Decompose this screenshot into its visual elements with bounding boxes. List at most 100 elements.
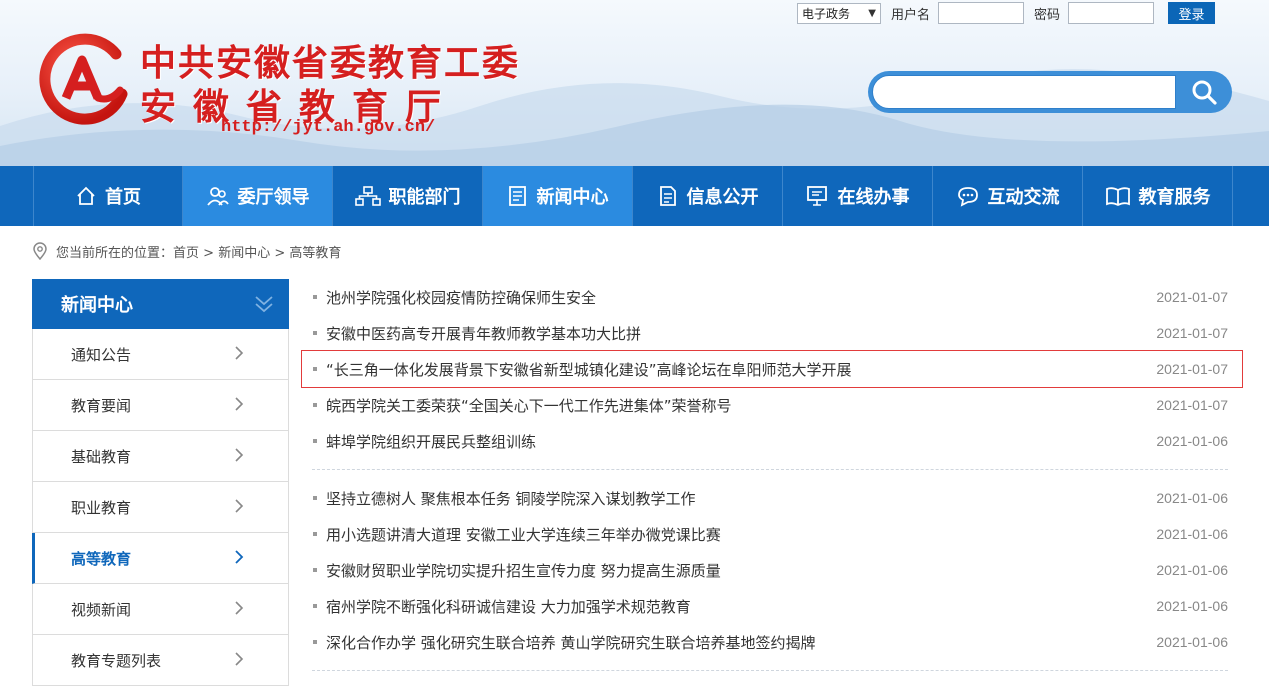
news-item[interactable]: 皖西学院关工委荣获“全国关心下一代工作先进集体”荣誉称号 2021-01-07	[312, 387, 1228, 423]
news-item-highlighted[interactable]: “长三角一体化发展背景下安徽省新型城镇化建设”高峰论坛在阜阳师范大学开展 2021…	[301, 350, 1243, 388]
username-label: 用户名	[891, 7, 931, 23]
sidebar-title: 新闻中心	[32, 279, 289, 329]
chat-icon	[957, 187, 978, 207]
news-item[interactable]: 宿州学院不断强化科研诚信建设 大力加强学术规范教育 2021-01-06	[312, 588, 1228, 624]
chevron-right-icon	[235, 448, 244, 462]
news-title[interactable]: 安徽财贸职业学院切实提升招生宣传力度 努力提高生源质量	[326, 560, 721, 581]
nav-label: 信息公开	[686, 187, 759, 208]
news-title[interactable]: 深化合作办学 强化研究生联合培养 黄山学院研究生联合培养基地签约揭牌	[326, 632, 816, 653]
nav-item-news[interactable]: 新闻中心	[483, 166, 633, 226]
news-title[interactable]: 池州学院强化校园疫情防控确保师生安全	[326, 287, 596, 308]
login-button[interactable]: 登录	[1168, 2, 1216, 24]
bullet	[313, 640, 317, 644]
breadcrumb-prefix: 您当前所在的位置：	[56, 245, 174, 261]
nav-item-interaction[interactable]: 互动交流	[933, 166, 1083, 226]
computer-icon	[806, 186, 827, 206]
sidebar-item-label: 高等教育	[71, 549, 132, 568]
search-icon	[1192, 80, 1217, 105]
sidebar-item-basic-education[interactable]: 基础教育	[32, 431, 289, 482]
news-item[interactable]: 坚持立德树人 聚焦根本任务 铜陵学院深入谋划教学工作 2021-01-06	[312, 480, 1228, 516]
sidebar-item-label: 教育专题列表	[71, 651, 162, 670]
sidebar-item-label: 通知公告	[71, 345, 132, 364]
sidebar-item-label: 教育要闻	[71, 396, 132, 415]
system-select-value: 电子政务	[802, 6, 851, 21]
news-date: 2021-01-07	[1156, 289, 1228, 305]
sidebar-item-topics[interactable]: 教育专题列表	[32, 635, 289, 686]
search-button[interactable]	[1176, 71, 1232, 113]
news-item[interactable]: 安徽财贸职业学院切实提升招生宣传力度 努力提高生源质量 2021-01-06	[312, 552, 1228, 588]
sidebar-item-education-news[interactable]: 教育要闻	[32, 380, 289, 431]
sidebar-item-higher-education[interactable]: 高等教育	[32, 533, 289, 584]
home-icon	[77, 186, 95, 205]
nav-label: 委厅领导	[237, 187, 310, 208]
sidebar-item-vocational-education[interactable]: 职业教育	[32, 482, 289, 533]
news-date: 2021-01-06	[1156, 526, 1228, 542]
sidebar-item-notices[interactable]: 通知公告	[32, 329, 289, 380]
password-label: 密码	[1034, 7, 1061, 23]
news-title[interactable]: “长三角一体化发展背景下安徽省新型城镇化建设”高峰论坛在阜阳师范大学开展	[326, 359, 852, 380]
nav-item-departments[interactable]: 职能部门	[333, 166, 483, 226]
news-date: 2021-01-07	[1156, 361, 1228, 377]
chevron-right-icon	[235, 397, 244, 411]
chevron-right-icon	[235, 652, 244, 666]
bullet	[313, 568, 317, 572]
nav-label: 首页	[105, 187, 141, 208]
sidebar-item-label: 基础教育	[71, 447, 132, 466]
news-item[interactable]: 池州学院强化校园疫情防控确保师生安全 2021-01-07	[312, 279, 1228, 315]
bullet	[313, 331, 317, 335]
double-chevron-down-icon	[255, 296, 273, 313]
sidebar-item-video-news[interactable]: 视频新闻	[32, 584, 289, 635]
search-input[interactable]	[872, 75, 1176, 109]
breadcrumb-separator: >	[274, 245, 286, 261]
news-title[interactable]: 用小选题讲清大道理 安徽工业大学连续三年举办微党课比赛	[326, 524, 721, 545]
sidebar-item-label: 视频新闻	[71, 600, 132, 619]
password-input[interactable]	[1068, 2, 1155, 24]
nav-item-leaders[interactable]: 委厅领导	[183, 166, 333, 226]
book-icon	[1105, 187, 1130, 207]
breadcrumb-home[interactable]: 首页	[173, 246, 199, 261]
news-item[interactable]: 用小选题讲清大道理 安徽工业大学连续三年举办微党课比赛 2021-01-06	[312, 516, 1228, 552]
news-date: 2021-01-06	[1156, 598, 1228, 614]
site-url[interactable]: http://jyt.ah.gov.cn/	[221, 118, 435, 137]
chevron-down-icon: ▼	[868, 7, 876, 19]
location-pin-icon	[33, 242, 47, 260]
news-title[interactable]: 坚持立德树人 聚焦根本任务 铜陵学院深入谋划教学工作	[326, 488, 696, 509]
bullet	[313, 403, 317, 407]
news-title[interactable]: 宿州学院不断强化科研诚信建设 大力加强学术规范教育	[326, 596, 691, 617]
site-header: 中共安徽省委教育工委 安徽省教育厅 http://jyt.ah.gov.cn/ …	[0, 0, 1269, 166]
news-item[interactable]: 深化合作办学 强化研究生联合培养 黄山学院研究生联合培养基地签约揭牌 2021-0…	[312, 624, 1228, 660]
news-date: 2021-01-07	[1156, 325, 1228, 341]
sidebar-item-label: 职业教育	[71, 498, 132, 517]
news-group: 池州学院强化校园疫情防控确保师生安全 2021-01-07 安徽中医药高专开展青年…	[301, 279, 1243, 470]
breadcrumb-separator: >	[203, 245, 215, 261]
nav-item-home[interactable]: 首页	[33, 166, 183, 226]
nav-item-education-services[interactable]: 教育服务	[1083, 166, 1233, 226]
news-item[interactable]: 蚌埠学院组织开展民兵整组训练 2021-01-06	[312, 423, 1228, 459]
login-bar: 电子政务 ▼ 用户名 密码 登录	[797, 2, 1216, 24]
news-title[interactable]: 蚌埠学院组织开展民兵整组训练	[326, 431, 536, 452]
nav-label: 职能部门	[388, 187, 461, 208]
news-icon	[508, 186, 526, 206]
bullet	[313, 367, 317, 371]
nav-label: 互动交流	[987, 187, 1060, 208]
username-input[interactable]	[938, 2, 1025, 24]
nav-label: 在线办事	[837, 187, 910, 208]
bullet	[313, 496, 317, 500]
nav-label: 新闻中心	[536, 187, 609, 208]
breadcrumb-news[interactable]: 新闻中心	[218, 246, 270, 261]
nav-item-disclosure[interactable]: 信息公开	[633, 166, 783, 226]
nav-item-online-services[interactable]: 在线办事	[783, 166, 933, 226]
sidebar: 新闻中心 通知公告 教育要闻 基础教育 职业教育 高等教育 视频新闻 教育专题列…	[32, 279, 289, 686]
news-date: 2021-01-07	[1156, 397, 1228, 413]
news-item[interactable]: 安徽中医药高专开展青年教师教学基本功大比拼 2021-01-07	[312, 315, 1228, 351]
news-date: 2021-01-06	[1156, 634, 1228, 650]
logo-icon	[39, 33, 128, 125]
news-title[interactable]: 皖西学院关工委荣获“全国关心下一代工作先进集体”荣誉称号	[326, 395, 732, 416]
chevron-right-icon	[235, 499, 244, 513]
system-select[interactable]: 电子政务 ▼	[797, 2, 881, 24]
bullet	[313, 439, 317, 443]
search-box	[868, 71, 1232, 113]
org-chart-icon	[354, 186, 381, 206]
breadcrumb-current[interactable]: 高等教育	[289, 246, 341, 261]
news-title[interactable]: 安徽中医药高专开展青年教师教学基本功大比拼	[326, 323, 641, 344]
